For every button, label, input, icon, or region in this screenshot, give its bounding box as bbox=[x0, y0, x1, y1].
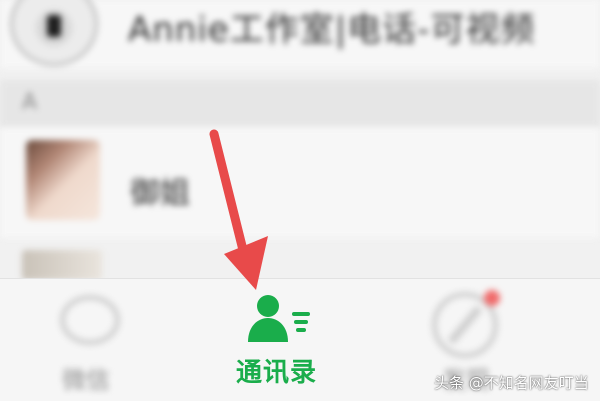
pointer-arrow-icon bbox=[209, 129, 268, 290]
watermark: 头条 @不知名网友叮当 bbox=[434, 374, 589, 392]
